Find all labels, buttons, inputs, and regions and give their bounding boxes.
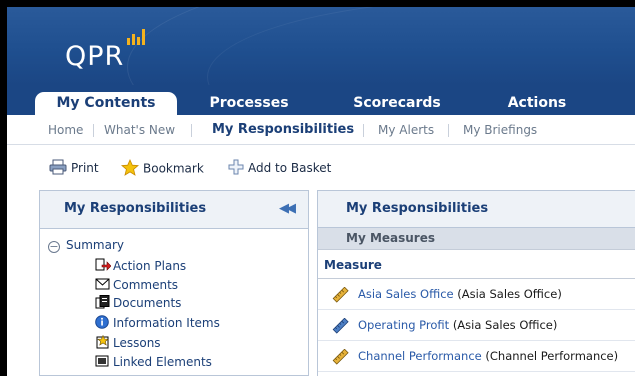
tree-node-summary[interactable]: − Summary — [48, 238, 124, 253]
left-panel-header: My Responsibilities ◀◀ — [40, 191, 308, 229]
toolbar: Print Bookmark Add to Basket — [7, 145, 635, 189]
tree-item-linked-elements[interactable]: Linked Elements — [95, 354, 212, 369]
linked-elements-icon — [95, 354, 111, 368]
table-row[interactable]: Operating Profit (Asia Sales Office) — [318, 310, 635, 341]
qpr-logo[interactable]: QPR — [65, 29, 175, 72]
logo-bars-icon — [127, 29, 147, 45]
right-panel-title: My Responsibilities — [346, 201, 489, 216]
logo-text: QPR — [65, 41, 125, 72]
section-title: My Measures — [346, 231, 436, 245]
add-basket-icon — [228, 159, 244, 178]
tree-item-action-plans[interactable]: Action Plans — [95, 258, 186, 273]
measure-link[interactable]: Channel Performance — [358, 349, 482, 363]
subnav-home[interactable]: Home — [48, 123, 83, 137]
add-to-basket-button[interactable]: Add to Basket — [228, 159, 331, 178]
action-plans-icon — [95, 258, 112, 272]
summary-label: Summary — [66, 238, 124, 252]
subnav-my-briefings[interactable]: My Briefings — [463, 123, 537, 137]
print-button[interactable]: Print — [49, 159, 99, 178]
right-panel: My Responsibilities My Measures Measure … — [317, 190, 635, 376]
right-panel-header: My Responsibilities — [318, 190, 635, 228]
measure-ruler-icon — [332, 317, 350, 334]
star-icon — [120, 159, 140, 179]
double-chevron-left-icon[interactable]: ◀◀ — [279, 201, 296, 216]
tab-processes[interactable]: Processes — [193, 92, 305, 115]
documents-icon — [95, 295, 111, 309]
tree-item-documents[interactable]: Documents — [95, 295, 181, 310]
print-label: Print — [71, 161, 99, 175]
tab-actions[interactable]: Actions — [497, 92, 577, 115]
tree-item-comments[interactable]: Comments — [95, 277, 178, 292]
table-row[interactable]: Channel Performance (Channel Performance… — [318, 341, 635, 372]
measure-link[interactable]: Operating Profit — [358, 318, 449, 332]
info-icon — [95, 315, 111, 329]
section-header-my-measures: My Measures — [318, 228, 635, 250]
measure-context: (Asia Sales Office) — [452, 318, 558, 332]
envelope-icon — [95, 277, 111, 291]
tree-item-information-items[interactable]: Information Items — [95, 315, 220, 330]
bookmark-label: Bookmark — [143, 161, 204, 176]
table-row[interactable]: Asia Sales Office (Asia Sales Office) — [318, 279, 635, 310]
tab-scorecards[interactable]: Scorecards — [342, 92, 452, 115]
subnav-whats-new[interactable]: What's New — [104, 123, 175, 137]
printer-icon — [49, 159, 67, 178]
tree-item-lessons[interactable]: Lessons — [95, 334, 161, 350]
subnav-my-responsibilities[interactable]: My Responsibilities — [212, 122, 354, 137]
measure-ruler-icon — [332, 286, 350, 303]
subnav-my-alerts[interactable]: My Alerts — [378, 123, 434, 137]
left-panel-title: My Responsibilities — [64, 201, 207, 216]
header-banner: QPR — [7, 7, 635, 85]
bookmark-button[interactable]: Bookmark — [120, 159, 204, 179]
lessons-icon — [95, 334, 111, 349]
column-header-measure[interactable]: Measure — [324, 258, 382, 272]
measure-context: (Asia Sales Office) — [457, 287, 562, 301]
collapse-toggle-icon[interactable]: − — [48, 241, 60, 253]
tab-my-contents[interactable]: My Contents — [35, 92, 177, 115]
add-to-basket-label: Add to Basket — [248, 161, 332, 175]
app-window: QPR My Contents Processes Scorecards Act… — [7, 7, 635, 376]
measure-ruler-icon — [332, 348, 350, 365]
measure-context: (Channel Performance) — [485, 349, 619, 363]
table-header: Measure — [318, 250, 635, 279]
sub-navigation: Home What's New My Responsibilities My A… — [7, 115, 635, 145]
main-tabs: My Contents Processes Scorecards Actions — [7, 85, 635, 115]
left-panel: My Responsibilities ◀◀ − Summary Action P… — [39, 190, 309, 376]
measure-link[interactable]: Asia Sales Office — [358, 287, 454, 301]
